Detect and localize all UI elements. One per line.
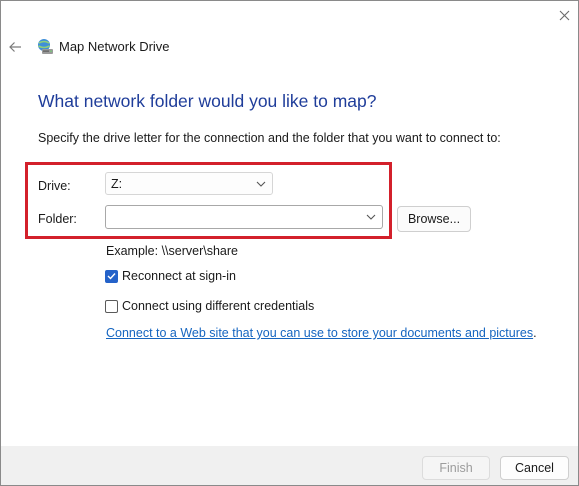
drive-select[interactable]: Z: — [105, 172, 273, 195]
different-credentials-label: Connect using different credentials — [122, 299, 315, 313]
reconnect-checkbox-row[interactable]: Reconnect at sign-in — [105, 269, 236, 283]
back-arrow-icon — [9, 42, 21, 52]
network-drive-icon — [38, 39, 53, 54]
different-credentials-checkbox[interactable] — [105, 299, 118, 313]
folder-label: Folder: — [38, 212, 77, 226]
reconnect-checkbox[interactable] — [105, 269, 118, 283]
back-button[interactable] — [5, 37, 25, 57]
different-credentials-checkbox-row[interactable]: Connect using different credentials — [105, 299, 314, 313]
reconnect-label: Reconnect at sign-in — [122, 269, 236, 283]
web-site-link[interactable]: Connect to a Web site that you can use t… — [106, 326, 537, 340]
web-site-link-text[interactable]: Connect to a Web site that you can use t… — [106, 326, 533, 340]
cancel-button[interactable]: Cancel — [500, 456, 569, 480]
map-network-drive-window: Map Network Drive What network folder wo… — [0, 0, 579, 486]
folder-combobox[interactable] — [105, 205, 383, 229]
page-heading: What network folder would you like to ma… — [38, 91, 377, 111]
window-title: Map Network Drive — [59, 39, 170, 54]
instruction-text: Specify the drive letter for the connect… — [38, 131, 501, 145]
drive-label: Drive: — [38, 179, 71, 193]
close-button[interactable] — [553, 5, 575, 25]
web-site-link-period: . — [533, 326, 537, 340]
finish-button[interactable]: Finish — [422, 456, 490, 480]
close-icon — [559, 10, 569, 20]
checkmark-icon — [107, 273, 116, 280]
chevron-down-icon — [256, 181, 266, 187]
chevron-down-icon[interactable] — [366, 214, 376, 220]
drive-selected-value: Z: — [111, 176, 123, 191]
folder-input[interactable] — [111, 209, 355, 225]
footer-bar — [1, 446, 578, 485]
browse-button[interactable]: Browse... — [397, 206, 471, 232]
example-text: Example: \\server\share — [106, 244, 238, 258]
